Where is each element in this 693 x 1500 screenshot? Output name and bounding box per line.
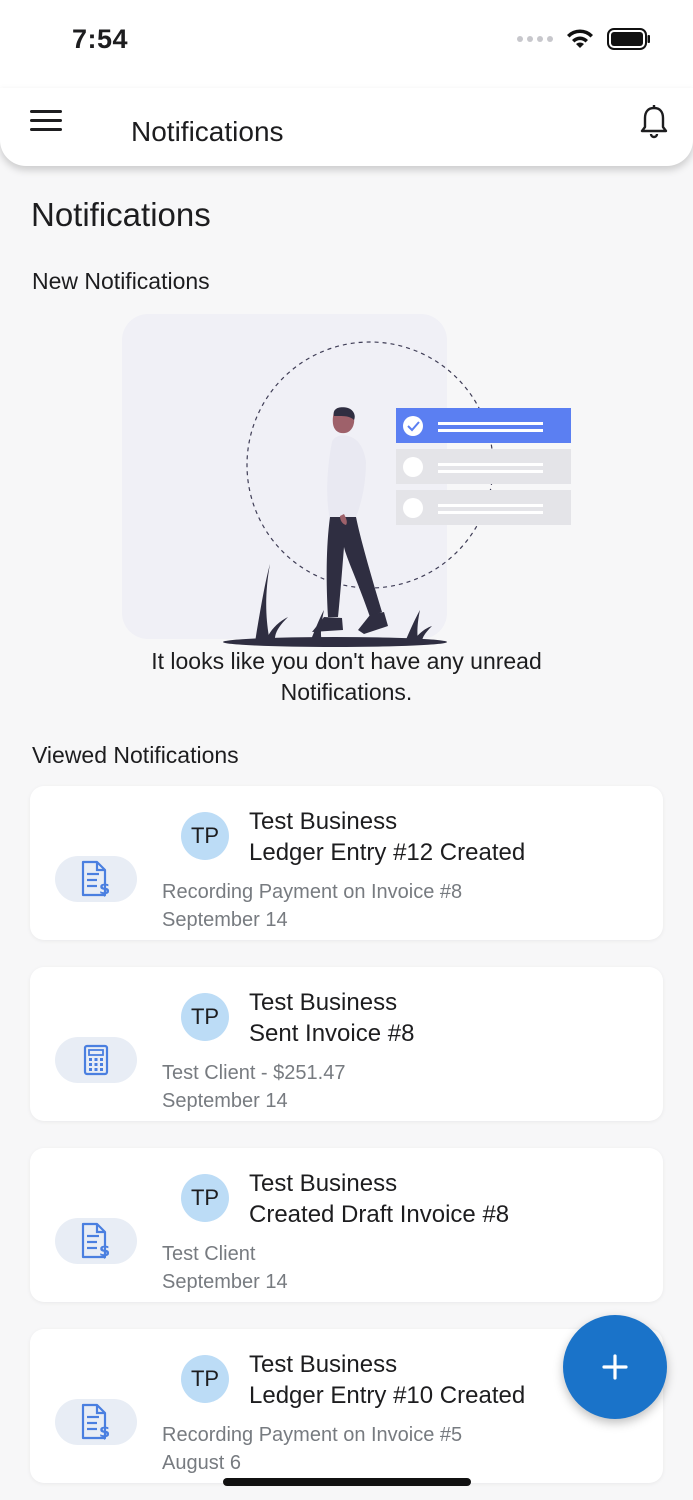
notification-subtitle: Recording Payment on Invoice #5: [162, 1424, 463, 1446]
avatar: TP: [181, 993, 229, 1041]
wifi-icon: [567, 29, 593, 48]
notification-card[interactable]: $ TP Test Business Created Draft Invoice…: [30, 1148, 663, 1302]
status-bar: 7:54: [0, 0, 693, 88]
viewed-notifications-list: $ TP Test Business Ledger Entry #12 Crea…: [30, 786, 663, 1500]
notification-title: Ledger Entry #10 Created: [249, 1382, 526, 1409]
notification-date: August 6: [162, 1452, 241, 1474]
signal-icon: [517, 36, 553, 42]
notification-business: Test Business: [249, 1170, 398, 1197]
notification-business: Test Business: [249, 808, 398, 835]
status-icons: [517, 28, 651, 50]
avatar: TP: [181, 812, 229, 860]
menu-icon[interactable]: [30, 110, 62, 134]
plus-icon: [602, 1354, 628, 1380]
add-button[interactable]: [563, 1315, 667, 1419]
avatar: TP: [181, 1174, 229, 1222]
app-bar-title: Notifications: [131, 116, 284, 147]
invoice-dollar-icon: $: [55, 1399, 137, 1445]
notification-business: Test Business: [249, 989, 398, 1016]
invoice-dollar-icon: $: [55, 856, 137, 902]
avatar: TP: [181, 1355, 229, 1403]
notification-date: September 14: [162, 1090, 288, 1112]
empty-state-message: It looks like you don't have any unread …: [0, 646, 693, 708]
notification-title: Sent Invoice #8: [249, 1020, 415, 1047]
notification-card[interactable]: $ TP Test Business Ledger Entry #12 Crea…: [30, 786, 663, 940]
empty-state-line-2: Notifications.: [280, 679, 413, 705]
notification-card[interactable]: TP Test Business Sent Invoice #8 Test Cl…: [30, 967, 663, 1121]
svg-text:$: $: [99, 1241, 110, 1260]
notification-subtitle: Test Client: [162, 1243, 256, 1265]
empty-notifications-illustration: [122, 314, 571, 647]
invoice-dollar-icon: $: [55, 1218, 137, 1264]
notification-subtitle: Recording Payment on Invoice #8: [162, 881, 463, 903]
status-time: 7:54: [72, 24, 129, 54]
notification-title: Created Draft Invoice #8: [249, 1201, 510, 1228]
notification-business: Test Business: [249, 1351, 398, 1378]
calculator-icon: [55, 1037, 137, 1083]
svg-text:$: $: [99, 1422, 110, 1441]
new-notifications-heading: New Notifications: [32, 268, 210, 294]
notification-title: Ledger Entry #12 Created: [249, 839, 526, 866]
page-title: Notifications: [31, 196, 211, 233]
empty-state-line-1: It looks like you don't have any unread: [151, 648, 542, 674]
svg-text:$: $: [99, 879, 110, 898]
battery-icon: [607, 28, 650, 50]
notification-date: September 14: [162, 909, 288, 931]
viewed-notifications-heading: Viewed Notifications: [32, 742, 239, 768]
home-indicator[interactable]: [223, 1478, 471, 1486]
app-bar: Notifications: [0, 88, 693, 166]
bell-icon[interactable]: [639, 102, 669, 142]
notification-subtitle: Test Client - $251.47: [162, 1062, 346, 1084]
notification-date: September 14: [162, 1271, 288, 1293]
